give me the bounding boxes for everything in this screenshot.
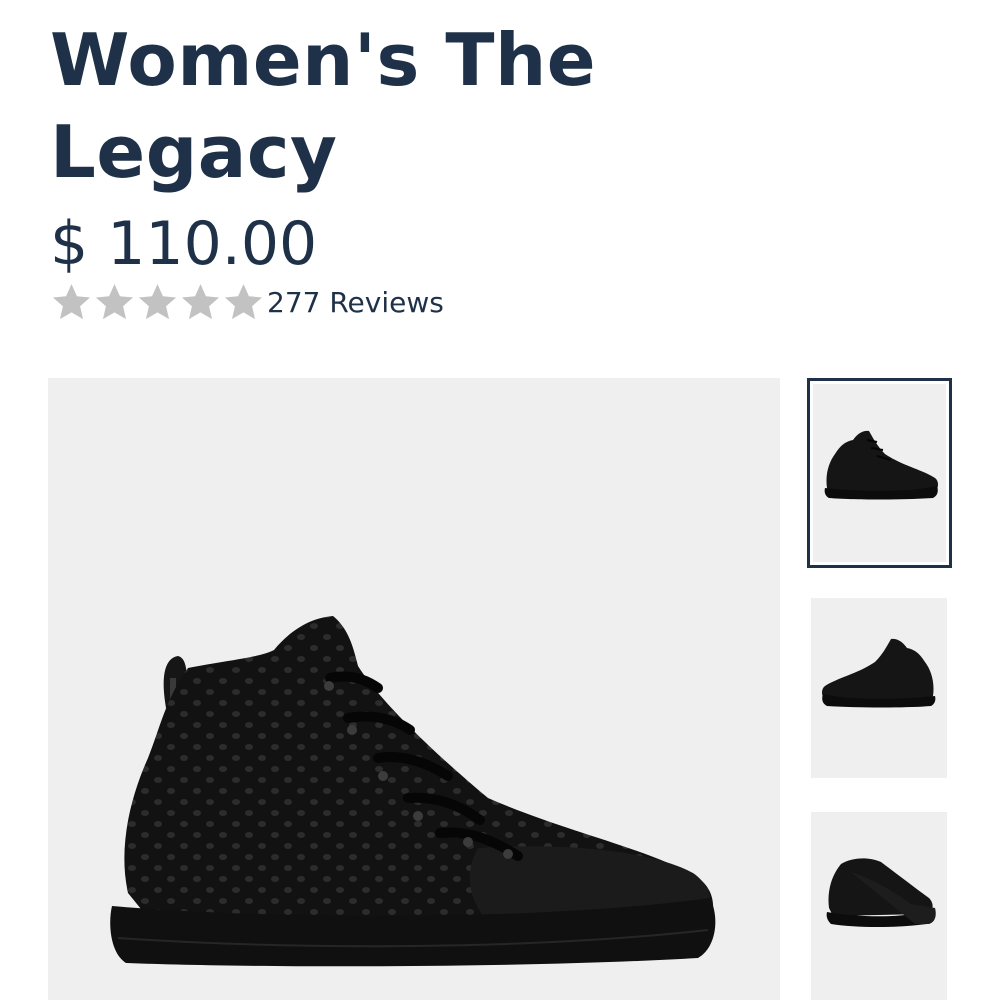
sneaker-thumbnail-image: [822, 638, 936, 708]
star-icon: [179, 281, 222, 323]
sneaker-image: [110, 616, 716, 967]
product-title: Women's The Legacy: [50, 18, 597, 194]
main-product-image[interactable]: [48, 378, 780, 1000]
thumbnail-3[interactable]: [811, 812, 947, 1000]
product-rating[interactable]: 277 Reviews: [50, 280, 444, 324]
rating-stars: [50, 281, 265, 323]
thumbnail-1[interactable]: [807, 378, 952, 568]
sneaker-thumbnail-image: [826, 858, 936, 927]
star-icon: [136, 281, 179, 323]
star-icon: [93, 281, 136, 323]
thumbnail-2[interactable]: [811, 598, 947, 778]
sneaker-thumbnail-image: [824, 430, 938, 500]
product-price: $ 110.00: [50, 209, 318, 279]
star-icon: [222, 281, 265, 323]
reviews-link[interactable]: 277 Reviews: [267, 286, 444, 319]
star-icon: [50, 281, 93, 323]
